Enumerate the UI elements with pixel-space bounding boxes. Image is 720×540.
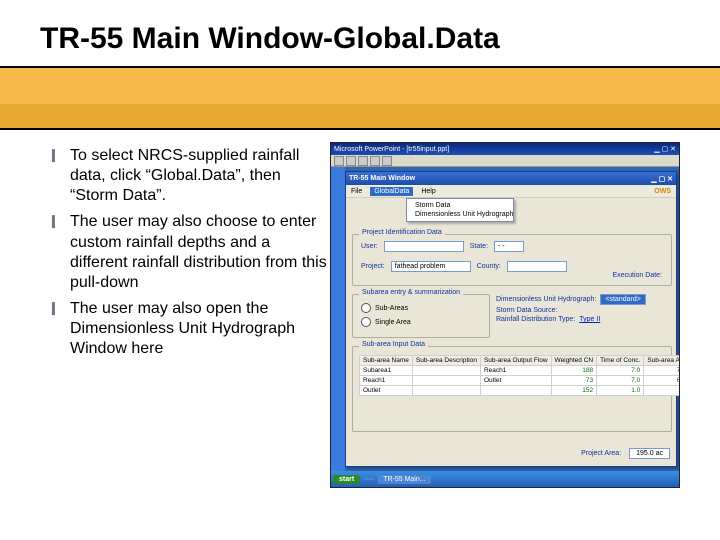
powerpoint-title: Microsoft PowerPoint - [tr55input.ppt] [334, 146, 449, 153]
taskbar[interactable]: start TR-55 Main... [331, 471, 679, 487]
cell[interactable]: 73 [551, 376, 597, 386]
tr55-title: TR-55 Main Window [349, 175, 415, 182]
tr55-menubar[interactable]: File GlobalData Help OWS [346, 185, 676, 198]
powerpoint-toolbar [331, 155, 679, 167]
project-area-bar: Project Area: 195.0 ac [352, 446, 670, 460]
table-row[interactable]: Reach1 Outlet 73 7.0 6.84 [360, 376, 681, 386]
table-header: Sub-area Output Flow [480, 356, 551, 366]
subarea-input-table-group: Sub-area Input Data Sub-area Name Sub-ar… [352, 346, 672, 432]
subarea-table[interactable]: Sub-area Name Sub-area Description Sub-a… [359, 355, 680, 396]
cell[interactable]: 7.0 [597, 366, 644, 376]
county-field[interactable] [507, 261, 567, 272]
project-area-value: 195.0 ac [629, 448, 670, 459]
menu-help[interactable]: Help [421, 188, 435, 195]
radio-subareas[interactable]: Sub-Areas [361, 303, 408, 313]
embedded-screenshot: Microsoft PowerPoint - [tr55input.ppt] ▁… [330, 142, 680, 488]
county-label: County: [477, 263, 501, 270]
cell[interactable]: 6.84 [644, 376, 680, 386]
group-title: Subarea entry & summarization [359, 289, 463, 296]
cell[interactable]: Subarea1 [360, 366, 413, 376]
group-title: Sub-area Input Data [359, 341, 428, 348]
table-header-row: Sub-area Name Sub-area Description Sub-a… [360, 356, 681, 366]
rain-dist-label: Rainfall Distribution Type: [496, 316, 575, 323]
bullet-list: To select NRCS-supplied rainfall data, c… [48, 146, 328, 366]
storm-source-label: Storm Data Source: [496, 307, 557, 314]
execution-date-label: Execution Date: [613, 272, 662, 279]
table-header: Sub-area Description [412, 356, 480, 366]
cell[interactable]: 7.0 [597, 376, 644, 386]
slide-title: TR-55 Main Window-Global.Data [40, 22, 500, 56]
bullet-item: To select NRCS-supplied rainfall data, c… [48, 146, 328, 206]
project-field[interactable]: fathead problem [391, 261, 471, 272]
duh-dropdown[interactable]: <standard> [600, 294, 645, 305]
tr55-window-controls: ▁ ▢ ✕ [651, 175, 673, 183]
table-header: Sub-area Name [360, 356, 413, 366]
cell[interactable] [480, 386, 551, 396]
globaldata-submenu[interactable]: Storm Data Dimensionless Unit Hydrograph [406, 198, 514, 222]
table-header: Weighted CN [551, 356, 597, 366]
rain-dist-value[interactable]: Type II [579, 316, 600, 323]
group-title: Project Identification Data [359, 229, 445, 236]
cell[interactable]: 180 [644, 386, 680, 396]
radio-single-area[interactable]: Single Area [361, 317, 411, 327]
user-label: User: [361, 243, 378, 250]
menu-file[interactable]: File [351, 188, 362, 195]
tr55-titlebar: TR-55 Main Window ▁ ▢ ✕ [346, 172, 676, 185]
powerpoint-slide-strip [331, 167, 345, 471]
submenu-duh[interactable]: Dimensionless Unit Hydrograph [407, 210, 513, 219]
cell[interactable]: Reach1 [480, 366, 551, 376]
cell[interactable]: Outlet [480, 376, 551, 386]
toolbar-icon [370, 156, 380, 166]
subarea-entry-group: Subarea entry & summarization Sub-Areas … [352, 294, 490, 338]
tr55-window: TR-55 Main Window ▁ ▢ ✕ File GlobalData … [345, 171, 677, 467]
project-label: Project: [361, 263, 385, 270]
user-field[interactable] [384, 241, 464, 252]
cell[interactable]: Reach1 [360, 376, 413, 386]
bullet-item: The user may also open the Dimensionless… [48, 299, 328, 359]
taskbar-item[interactable]: TR-55 Main... [378, 475, 430, 484]
cell[interactable] [412, 376, 480, 386]
toolbar-icon [358, 156, 368, 166]
cell[interactable]: 1.0 [597, 386, 644, 396]
start-button[interactable]: start [333, 475, 360, 484]
taskbar-item[interactable] [364, 478, 374, 480]
state-field[interactable]: - - [494, 241, 524, 252]
table-header: Sub-area Area [644, 356, 680, 366]
table-row[interactable]: Outlet 152 1.0 180 [360, 386, 681, 396]
cell[interactable]: 152 [551, 386, 597, 396]
cell[interactable] [412, 386, 480, 396]
table-header: Time of Conc. [597, 356, 644, 366]
toolbar-icon [346, 156, 356, 166]
overlay-text: OWS [654, 188, 671, 195]
powerpoint-titlebar: Microsoft PowerPoint - [tr55input.ppt] ▁… [331, 143, 679, 155]
table-row[interactable]: Subarea1 Reach1 188 7.0 7.12 [360, 366, 681, 376]
rainfall-distribution-group: Dimensionless Unit Hydrograph: <standard… [496, 294, 672, 338]
menu-globaldata[interactable]: GlobalData [370, 187, 413, 196]
cell[interactable] [412, 366, 480, 376]
cell[interactable]: 188 [551, 366, 597, 376]
window-controls: ▁ ▢ ✕ [654, 145, 676, 153]
duh-label: Dimensionless Unit Hydrograph: [496, 296, 596, 303]
cell[interactable]: Outlet [360, 386, 413, 396]
state-label: State: [470, 243, 488, 250]
toolbar-icon [382, 156, 392, 166]
bullet-item: The user may also choose to enter custom… [48, 212, 328, 293]
cell[interactable]: 7.12 [644, 366, 680, 376]
submenu-storm-data[interactable]: Storm Data [407, 201, 513, 210]
title-band [0, 68, 720, 128]
toolbar-icon [334, 156, 344, 166]
project-area-label: Project Area: [581, 450, 621, 457]
